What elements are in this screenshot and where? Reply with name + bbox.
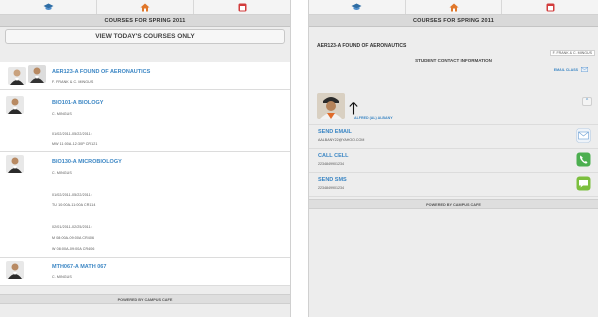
student-name: ALFRED (AL) ALBANY: [354, 116, 393, 120]
page-title: COURSES FOR SPRING 2011: [0, 15, 290, 27]
envelope-icon: [576, 128, 591, 143]
top-nav: [309, 0, 598, 15]
course-detail-header: AER123-A FOUND OF AERONAUTICS F. FRANK &…: [309, 39, 598, 87]
email-address: AALBANY22@YAHOO.COM: [318, 138, 365, 142]
call-cell-row[interactable]: CALL CELL 2234849901234: [309, 149, 598, 173]
email-class-label: EMAIL CLASS: [553, 67, 578, 72]
send-email-row[interactable]: SEND EMAIL AALBANY22@YAHOO.COM: [309, 125, 598, 149]
view-today-button[interactable]: VIEW TODAY'S COURSES ONLY: [5, 29, 285, 44]
nav-courses[interactable]: [0, 0, 97, 14]
course-date-range: 01/02/2011-05/22/2011:: [52, 132, 92, 136]
instructor-avatar: [6, 96, 24, 114]
sms-icon: [576, 176, 591, 191]
envelope-icon: [581, 67, 588, 73]
page-title: COURSES FOR SPRING 2011: [309, 15, 598, 27]
cell-number: 2234849901234: [318, 162, 344, 166]
courses-panel: COURSES FOR SPRING 2011 VIEW TODAY'S COU…: [0, 0, 291, 317]
course-title[interactable]: AER123-A FOUND OF AERONAUTICS: [52, 69, 150, 75]
nav-home[interactable]: [406, 0, 503, 14]
course-schedule: W 08:00A-09:00A CR406: [52, 247, 95, 251]
instructor-avatar: [6, 261, 24, 279]
course-schedule: MW 11:00A-12:30P CR121: [52, 142, 98, 146]
course-schedule: M 08:00A-09:00A CR406: [52, 236, 95, 240]
home-icon: [449, 3, 459, 12]
course-item-bio130[interactable]: BIO130-A MICROBIOLOGY C. MINGUS 01/02/20…: [0, 152, 290, 258]
student-contact-panel: COURSES FOR SPRING 2011 AER123-A FOUND O…: [308, 0, 598, 317]
instructor-avatar: [8, 67, 26, 85]
course-instructors: C. MINGUS: [52, 171, 72, 175]
courses-icon: [351, 3, 362, 11]
section-title: STUDENT CONTACT INFORMATION: [415, 58, 492, 63]
powered-by-footer: POWERED BY CAMPUS CAFE: [0, 294, 290, 304]
course-title[interactable]: BIO130-A MICROBIOLOGY: [52, 159, 122, 165]
call-cell-label: CALL CELL: [318, 153, 349, 159]
sms-number: 2234849901234: [318, 186, 344, 190]
chevron-up-icon: ^: [585, 98, 589, 104]
course-instructors: F. FRANK & C. MINGUS: [52, 80, 94, 84]
instructor-avatar: [6, 155, 24, 173]
nav-calendar[interactable]: [502, 0, 598, 14]
nav-calendar[interactable]: [194, 0, 290, 14]
phone-icon: [576, 152, 591, 167]
course-date-range: 02/01/2011-02/25/2011:: [52, 225, 92, 229]
calendar-icon: [238, 3, 247, 12]
course-date-range: 01/02/2011-05/22/2011:: [52, 193, 92, 197]
courses-icon: [43, 3, 54, 11]
student-photo: [317, 93, 345, 119]
course-instructors: C. MINGUS: [52, 112, 72, 116]
course-item-mth067[interactable]: MTH067-A MATH 067 C. MINGUS: [0, 258, 290, 286]
nav-courses[interactable]: [309, 0, 406, 14]
top-nav: [0, 0, 290, 15]
send-sms-label: SEND SMS: [318, 177, 347, 183]
course-instructors: C. MINGUS: [52, 275, 72, 279]
course-item-bio101[interactable]: BIO101-A BIOLOGY C. MINGUS 01/02/2011-05…: [0, 90, 290, 152]
instructor-avatar: [28, 65, 46, 83]
nav-home[interactable]: [97, 0, 194, 14]
course-title: AER123-A FOUND OF AERONAUTICS: [317, 43, 407, 49]
instructors-tag: F. FRANK & C. MINGUS: [549, 50, 595, 56]
collapse-button[interactable]: ^: [582, 97, 592, 106]
mouse-pointer-icon: [349, 102, 358, 120]
course-schedule: TU 10:00A-11:00A CR114: [52, 203, 96, 207]
course-title[interactable]: BIO101-A BIOLOGY: [52, 100, 103, 106]
home-icon: [140, 3, 150, 12]
calendar-icon: [546, 3, 555, 12]
email-class-link[interactable]: EMAIL CLASS: [554, 67, 588, 73]
send-sms-row[interactable]: SEND SMS 2234849901234: [309, 173, 598, 197]
course-item-aer123[interactable]: AER123-A FOUND OF AERONAUTICS F. FRANK &…: [0, 62, 290, 90]
panel-divider: [291, 0, 308, 317]
powered-by-footer: POWERED BY CAMPUS CAFE: [309, 199, 598, 209]
course-title[interactable]: MTH067-A MATH 067: [52, 264, 106, 270]
send-email-label: SEND EMAIL: [318, 129, 352, 135]
